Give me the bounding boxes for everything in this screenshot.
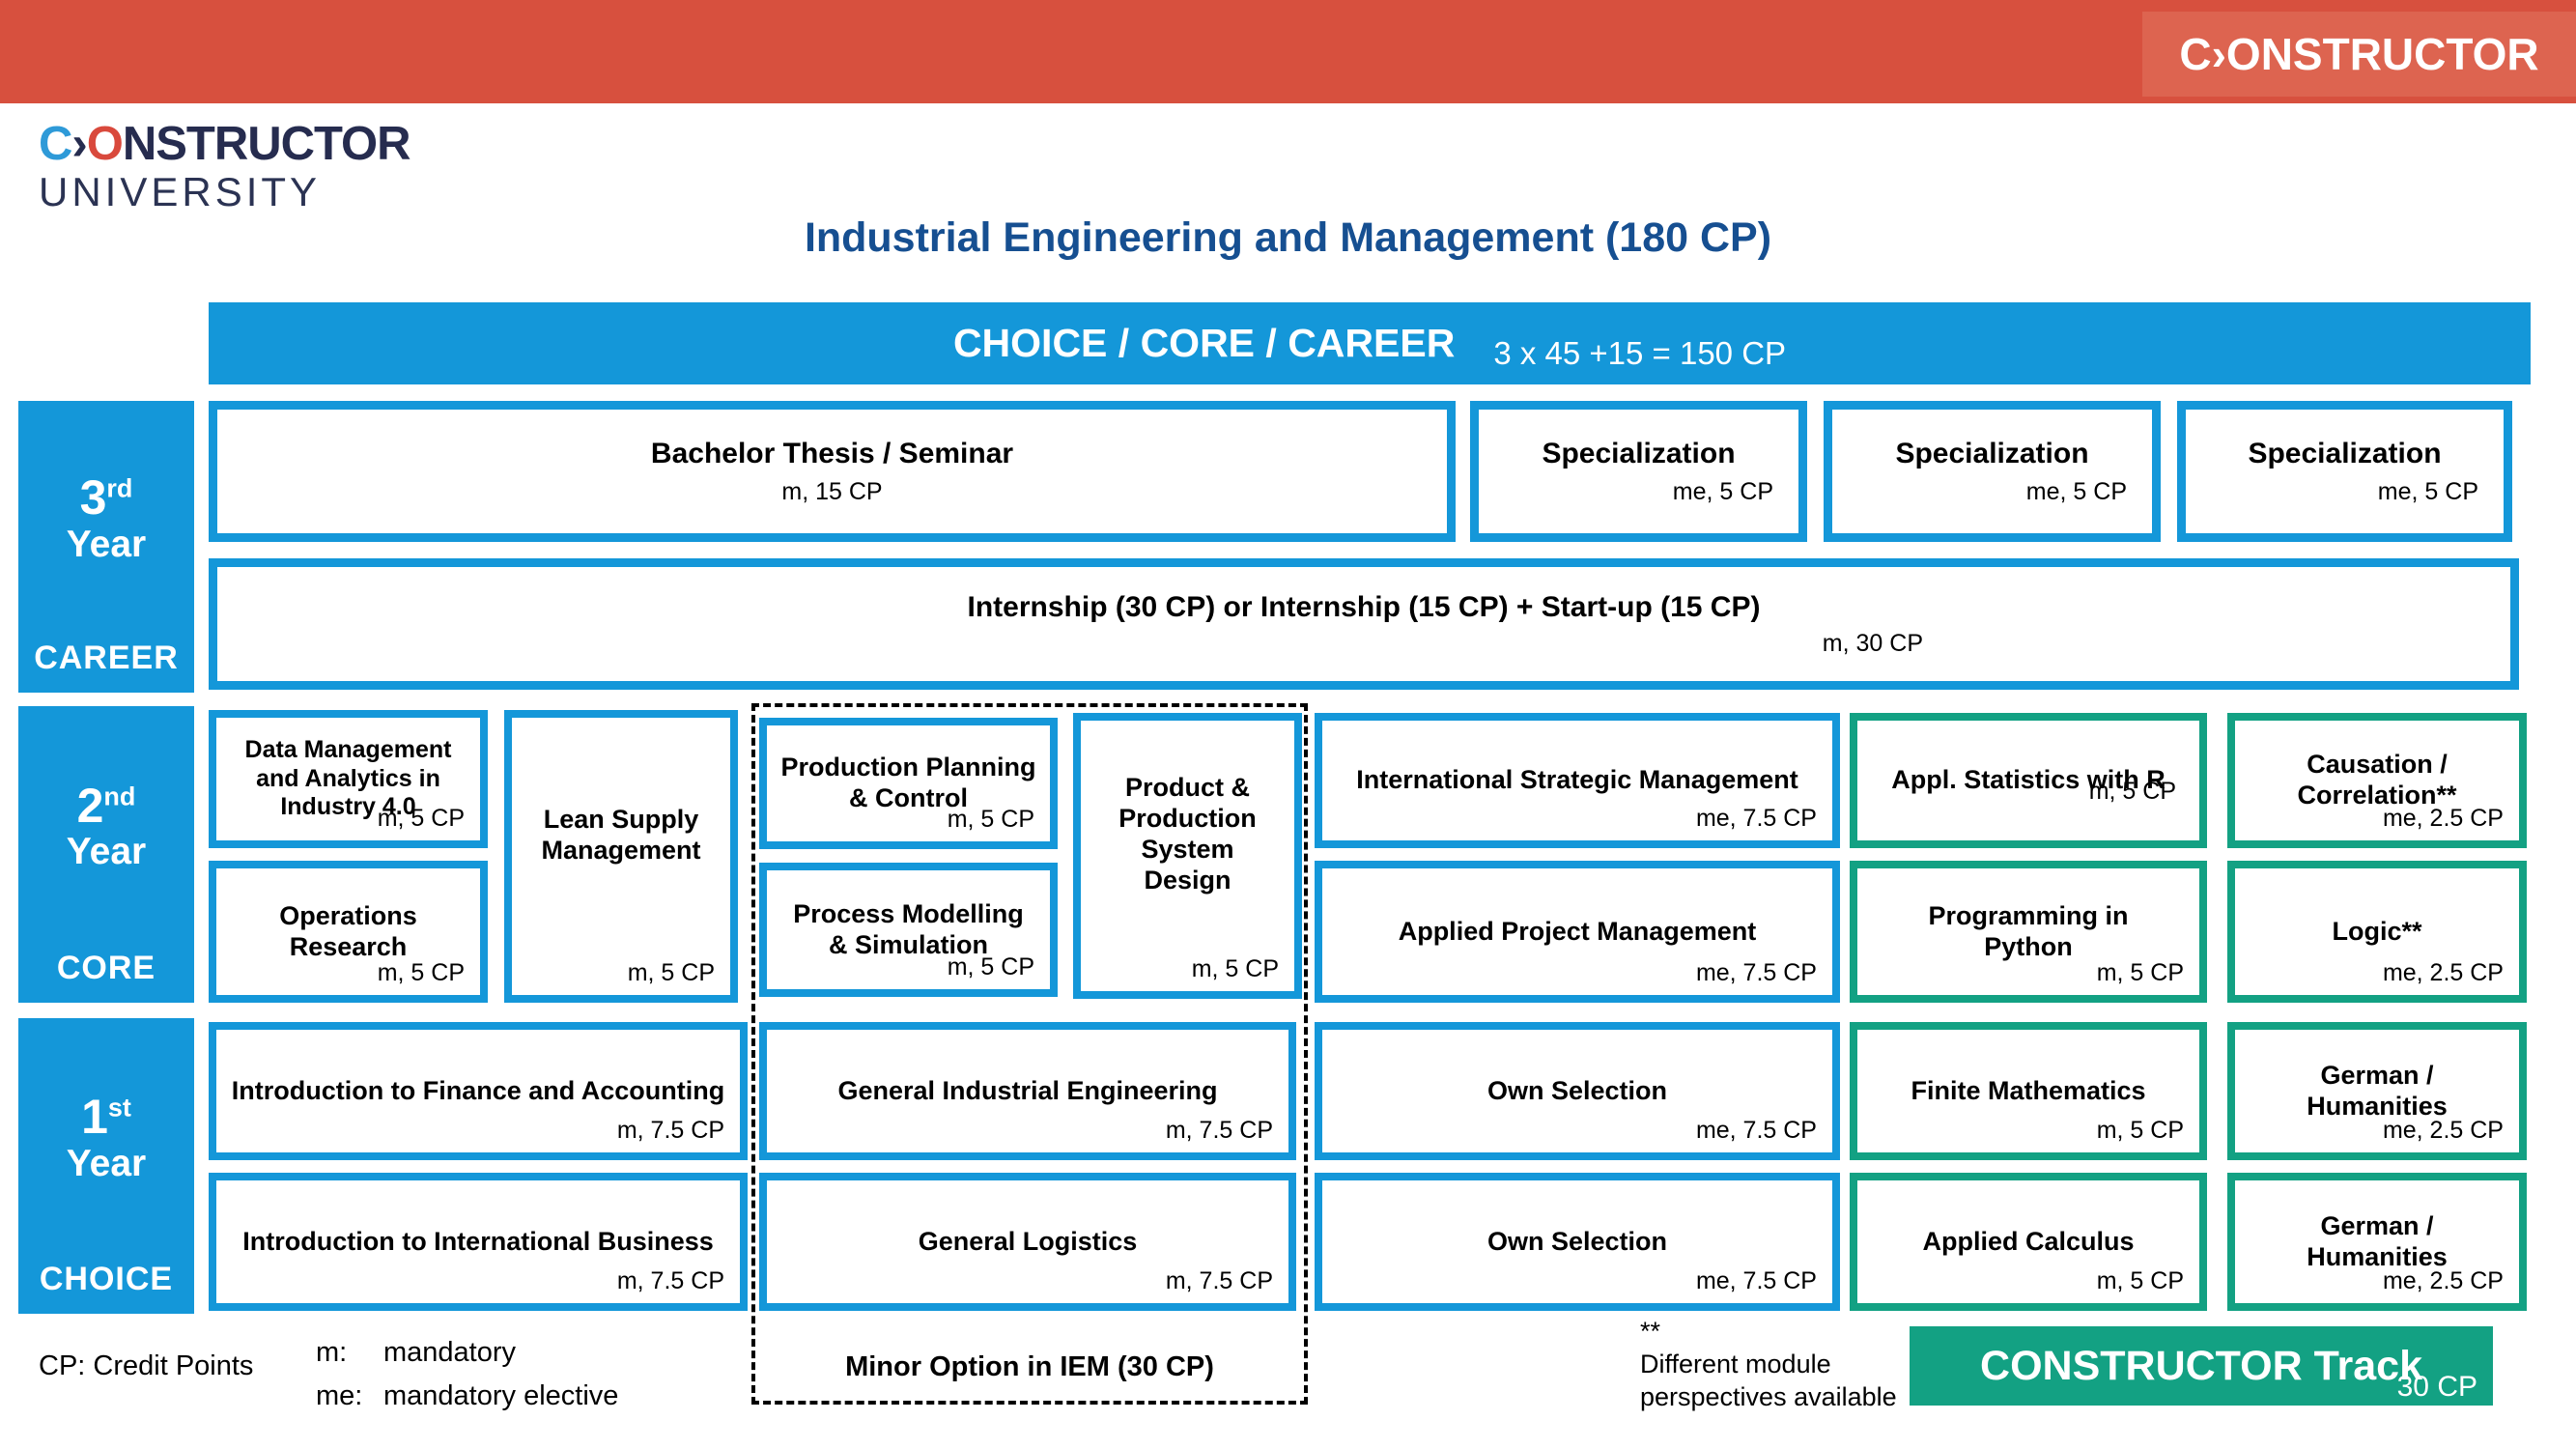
year-3-number: 3rd [80, 472, 133, 524]
course-finite-mathematics: Finite Mathematics m, 5 CP [1850, 1022, 2207, 1160]
course-specialization-3: Specialization me, 5 CP [2177, 401, 2512, 542]
top-banner: C›ONSTRUCTOR [0, 0, 2576, 103]
year-1-word: Year [67, 1143, 146, 1186]
legend-me-key: me: [316, 1380, 383, 1412]
legend-credit-points: CP: Credit Points [39, 1350, 253, 1382]
year-3-career-box: 3rd Year CAREER [18, 401, 194, 693]
minor-option-label: Minor Option in IEM (30 CP) [755, 1351, 1304, 1383]
logo-letters-rest: NSTRUCTOR [123, 118, 410, 170]
footnote-line1: Different module [1640, 1349, 1897, 1381]
logo-letter-o: O [87, 118, 123, 170]
course-international-strategic-management: International Strategic Management me, 7… [1315, 713, 1840, 848]
constructor-track-box: CONSTRUCTOR Track 30 CP [1910, 1326, 2493, 1406]
course-data-management-analytics: Data Management and Analytics in Industr… [209, 710, 488, 848]
footnote-stars: ** [1640, 1316, 1897, 1349]
year-1-choice-box: 1st Year CHOICE [18, 1018, 194, 1314]
phase-header-formula: 3 x 45 +15 = 150 CP [1493, 335, 1786, 372]
course-logic: Logic** me, 2.5 CP [2227, 861, 2527, 1003]
course-german-humanities-1: German / Humanities me, 2.5 CP [2227, 1022, 2527, 1160]
course-german-humanities-2: German / Humanities me, 2.5 CP [2227, 1173, 2527, 1311]
constructor-track-cp: 30 CP [2397, 1371, 2477, 1404]
module-perspectives-footnote: ** Different module perspectives availab… [1640, 1316, 1897, 1413]
page-title: Industrial Engineering and Management (1… [0, 214, 2576, 262]
course-product-production-system-design: Product & Production System Design m, 5 … [1073, 713, 1302, 999]
year-2-phase: CORE [18, 950, 194, 987]
course-causation-correlation: Causation / Correlation** me, 2.5 CP [2227, 713, 2527, 848]
course-applied-statistics-with-r: Appl. Statistics with R m, 5 CP [1850, 713, 2207, 848]
course-general-industrial-engineering: General Industrial Engineering m, 7.5 CP [759, 1022, 1296, 1160]
course-own-selection-2: Own Selection me, 7.5 CP [1315, 1173, 1840, 1311]
legend-me-value: mandatory elective [383, 1380, 618, 1412]
course-lean-supply-management: Lean Supply Management m, 5 CP [504, 710, 738, 1003]
course-intro-finance-accounting: Introduction to Finance and Accounting m… [209, 1022, 748, 1160]
course-programming-in-python: Programming in Python m, 5 CP [1850, 861, 2207, 1003]
course-production-planning-control: Production Planning & Control m, 5 CP [759, 718, 1058, 849]
logo-university-line: UNIVERSITY [39, 171, 410, 213]
course-specialization-1: Specialization me, 5 CP [1470, 401, 1807, 542]
constructor-track-label: CONSTRUCTOR Track [1980, 1343, 2422, 1390]
legend-m-key: m: [316, 1337, 383, 1369]
course-general-logistics: General Logistics m, 7.5 CP [759, 1173, 1296, 1311]
year-1-number: 1st [81, 1092, 131, 1143]
logo-chevron-icon: › [71, 118, 86, 170]
course-bachelor-thesis-seminar: Bachelor Thesis / Seminar m, 15 CP [209, 401, 1456, 542]
course-process-modelling-simulation: Process Modelling & Simulation m, 5 CP [759, 863, 1058, 997]
year-2-core-box: 2nd Year CORE [18, 706, 194, 1003]
year-2-word: Year [67, 831, 146, 874]
year-3-word: Year [67, 524, 146, 567]
year-2-number: 2nd [77, 781, 136, 832]
constructor-wordmark: C›ONSTRUCTOR [2179, 28, 2538, 80]
banner-logo-plate: C›ONSTRUCTOR [2142, 12, 2576, 97]
legend-m-value: mandatory [383, 1337, 618, 1369]
course-applied-project-management: Applied Project Management me, 7.5 CP [1315, 861, 1840, 1003]
legend-abbreviations: m: mandatory me: mandatory elective [316, 1337, 618, 1412]
course-applied-calculus: Applied Calculus m, 5 CP [1850, 1173, 2207, 1311]
phase-header-bar: CHOICE / CORE / CAREER 3 x 45 +15 = 150 … [209, 302, 2531, 384]
course-intro-international-business: Introduction to International Business m… [209, 1173, 748, 1311]
year-1-phase: CHOICE [18, 1261, 194, 1298]
logo-wordmark: C›ONSTRUCTOR [39, 120, 410, 169]
year-3-phase: CAREER [18, 639, 194, 677]
logo-letter-c: C [39, 118, 71, 170]
footnote-line2: perspectives available [1640, 1381, 1897, 1414]
course-operations-research: Operations Research m, 5 CP [209, 861, 488, 1003]
phase-header-label: CHOICE / CORE / CAREER [953, 321, 1455, 366]
curriculum-slide: C›ONSTRUCTOR C›ONSTRUCTOR UNIVERSITY Ind… [0, 0, 2576, 1449]
university-logo: C›ONSTRUCTOR UNIVERSITY [39, 120, 410, 214]
course-own-selection-1: Own Selection me, 7.5 CP [1315, 1022, 1840, 1160]
course-specialization-2: Specialization me, 5 CP [1824, 401, 2161, 542]
course-internship-startup: Internship (30 CP) or Internship (15 CP)… [209, 558, 2519, 690]
